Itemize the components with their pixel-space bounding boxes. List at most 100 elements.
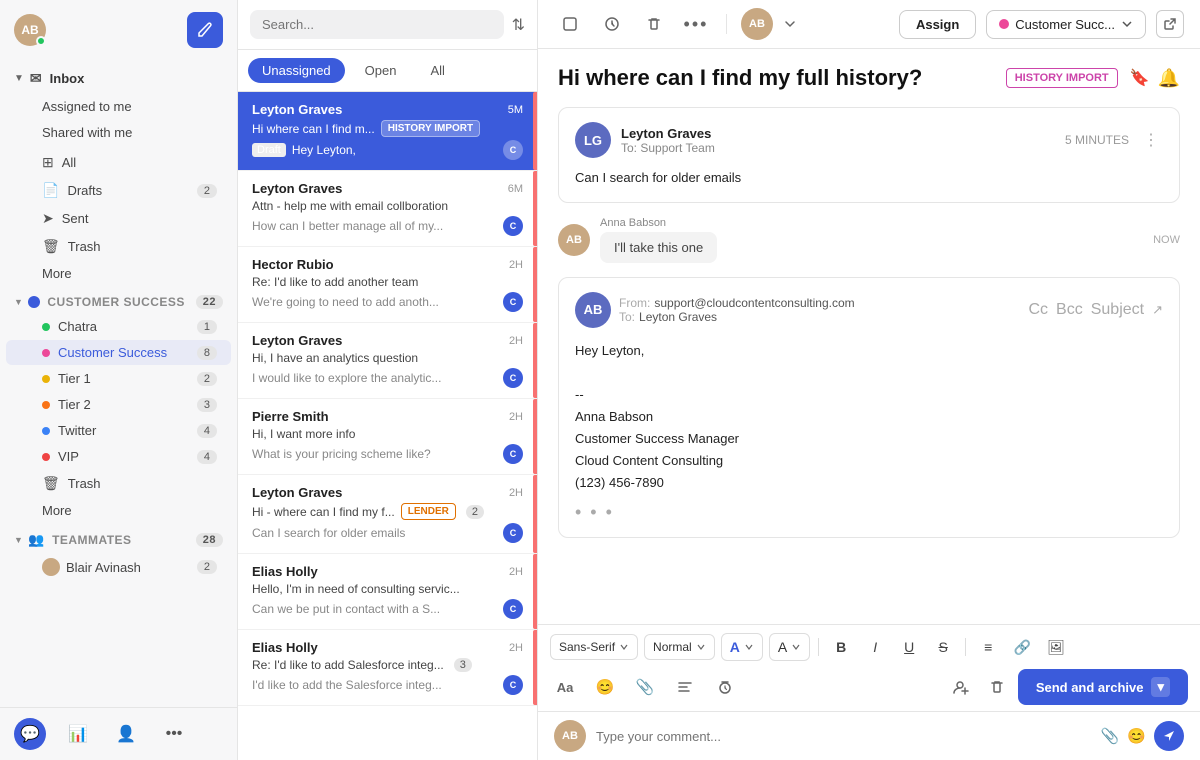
sidebar-item-trash[interactable]: 🗑 Trash [6, 233, 231, 260]
sidebar-item-blair[interactable]: Blair Avinash 2 [6, 553, 231, 581]
send-dropdown-arrow[interactable]: ▾ [1151, 677, 1170, 697]
conversation-item[interactable]: Hector Rubio 2H Re: I'd like to add anot… [238, 247, 537, 323]
conversation-item[interactable]: Pierre Smith 2H Hi, I want more info Wha… [238, 399, 537, 475]
sidebar-item-tier2[interactable]: Tier 2 3 [6, 392, 231, 417]
conversation-item[interactable]: Leyton Graves 2H Hi - where can I find m… [238, 475, 537, 554]
inbox-group-header[interactable]: ▼ ✉ Inbox [0, 64, 237, 93]
bell-icon[interactable]: 🔔 [1158, 68, 1180, 89]
bcc-btn[interactable]: Bcc [1056, 301, 1083, 319]
sort-icon[interactable]: ⇅ [512, 15, 525, 35]
text-size-icon[interactable]: Aa [550, 672, 580, 702]
conv-subject: Hi, I want more info [252, 427, 523, 441]
customer-success-section[interactable]: ▼ Customer Success 22 [0, 287, 237, 313]
teammates-section[interactable]: ▼ 👥 Teammates 28 [0, 524, 237, 552]
more-icon-btn[interactable]: ••• [680, 8, 712, 40]
sidebar-item-assigned-to-me[interactable]: Assigned to me [6, 94, 231, 119]
strikethrough-btn[interactable]: S [929, 633, 957, 661]
tab-open[interactable]: Open [351, 58, 411, 83]
list-btn[interactable]: ≡ [974, 633, 1002, 661]
contacts-icon-btn[interactable]: 👤 [110, 718, 142, 750]
from-label: From: [619, 296, 650, 310]
sidebar-item-customer-success[interactable]: Customer Success 8 [6, 340, 231, 365]
delete-compose-icon[interactable] [982, 672, 1012, 702]
avatar-chevron-icon[interactable] [783, 17, 797, 31]
font-family-select[interactable]: Sans-Serif [550, 634, 638, 660]
all-label: All [62, 155, 76, 170]
comment-user-avatar: AB [554, 720, 586, 752]
bold-btn[interactable]: B [827, 633, 855, 661]
comment-row: AB 📎 😊 [538, 711, 1200, 760]
attachment-icon[interactable]: 📎 [630, 672, 660, 702]
image-btn[interactable]: 🖼 [1042, 633, 1070, 661]
highlight-chevron-icon [791, 642, 801, 652]
sidebar-item-drafts[interactable]: 📄 Drafts 2 [6, 177, 231, 204]
lender-badge: LENDER [401, 503, 456, 520]
highlight-color-select[interactable]: A [769, 633, 810, 661]
vip-dot [42, 453, 50, 461]
conversation-item[interactable]: Leyton Graves 6M Attn - help me with ema… [238, 171, 537, 247]
tab-unassigned[interactable]: Unassigned [248, 58, 345, 83]
conversation-item[interactable]: Elias Holly 2H Hello, I'm in need of con… [238, 554, 537, 630]
vip-label: VIP [58, 449, 79, 464]
sidebar-item-sent[interactable]: ➤ Sent [6, 205, 231, 232]
emoji-icon[interactable]: 😊 [590, 672, 620, 702]
subject-btn[interactable]: Subject [1091, 301, 1144, 319]
reply-more-btn[interactable]: • • • [575, 494, 1163, 523]
message-more-btn[interactable]: ⋮ [1139, 130, 1163, 150]
cc-btn[interactable]: Cc [1028, 301, 1048, 319]
sidebar-item-chatra[interactable]: Chatra 1 [6, 314, 231, 339]
conv-preview: What is your pricing scheme like? C [252, 444, 523, 464]
comment-send-btn[interactable] [1154, 721, 1184, 751]
external-link-btn[interactable] [1156, 10, 1184, 38]
note-author-avatar: AB [558, 224, 590, 256]
external-icon-small[interactable]: ↗ [1152, 302, 1163, 318]
search-input[interactable] [250, 10, 504, 39]
sidebar-item-more[interactable]: More [6, 261, 231, 286]
conversation-item[interactable]: Elias Holly 2H Re: I'd like to add Sales… [238, 630, 537, 706]
reply-body[interactable]: Hey Leyton,--Anna BabsonCustomer Success… [575, 332, 1163, 495]
sidebar-item-tier1[interactable]: Tier 1 2 [6, 366, 231, 391]
conversation-item[interactable]: Leyton Graves 5M Hi where can I find m..… [238, 92, 537, 171]
tab-all[interactable]: All [416, 58, 458, 83]
compose-icon-btn[interactable] [554, 8, 586, 40]
sidebar-item-vip[interactable]: VIP 4 [6, 444, 231, 469]
compose-button[interactable] [187, 12, 223, 48]
conv-subject: Hello, I'm in need of consulting servic.… [252, 582, 523, 596]
assign-button[interactable]: Assign [899, 10, 976, 39]
comment-emoji-icon[interactable]: 😊 [1127, 727, 1146, 745]
more-icon-btn[interactable]: ••• [158, 718, 190, 750]
template-icon[interactable] [670, 672, 700, 702]
clock-icon-btn[interactable] [596, 8, 628, 40]
underline-btn[interactable]: U [895, 633, 923, 661]
delete-icon-btn[interactable] [638, 8, 670, 40]
right-actions: Send and archive ▾ [946, 669, 1188, 705]
conv-preview: Can I search for older emails C [252, 523, 523, 543]
size-chevron-icon [696, 642, 706, 652]
text-color-select[interactable]: A [721, 633, 763, 661]
user-avatar[interactable]: AB [14, 14, 46, 46]
conv-avatar-small: C [503, 140, 523, 160]
schedule-icon[interactable] [710, 672, 740, 702]
sidebar-item-all[interactable]: ⊞ All [6, 149, 231, 176]
comment-input[interactable] [596, 729, 1091, 744]
header-user-avatar[interactable]: AB [741, 8, 773, 40]
add-person-icon[interactable] [946, 672, 976, 702]
conversation-item[interactable]: Leyton Graves 2H Hi, I have an analytics… [238, 323, 537, 399]
link-btn[interactable]: 🔗 [1008, 633, 1036, 661]
action-bar: Aa 😊 📎 Send and archive ▾ [550, 669, 1188, 705]
italic-btn[interactable]: I [861, 633, 889, 661]
drafts-label: Drafts [67, 183, 102, 198]
customer-success-label: Customer Success [58, 345, 167, 360]
team-button[interactable]: Customer Succ... [986, 10, 1146, 39]
bookmark-icon[interactable]: 🔖 [1130, 68, 1150, 89]
sidebar-item-shared-with-me[interactable]: Shared with me [6, 120, 231, 145]
comment-attachment-icon[interactable]: 📎 [1101, 727, 1120, 745]
font-size-select[interactable]: Normal [644, 634, 715, 660]
sidebar-item-twitter[interactable]: Twitter 4 [6, 418, 231, 443]
sidebar-item-trash2[interactable]: 🗑 Trash [6, 470, 231, 497]
conv-sender-name: Elias Holly [252, 640, 318, 655]
send-archive-button[interactable]: Send and archive ▾ [1018, 669, 1188, 705]
chart-icon-btn[interactable]: 📊 [62, 718, 94, 750]
chat-icon-btn[interactable]: 💬 [14, 718, 46, 750]
sidebar-item-more2[interactable]: More [6, 498, 231, 523]
